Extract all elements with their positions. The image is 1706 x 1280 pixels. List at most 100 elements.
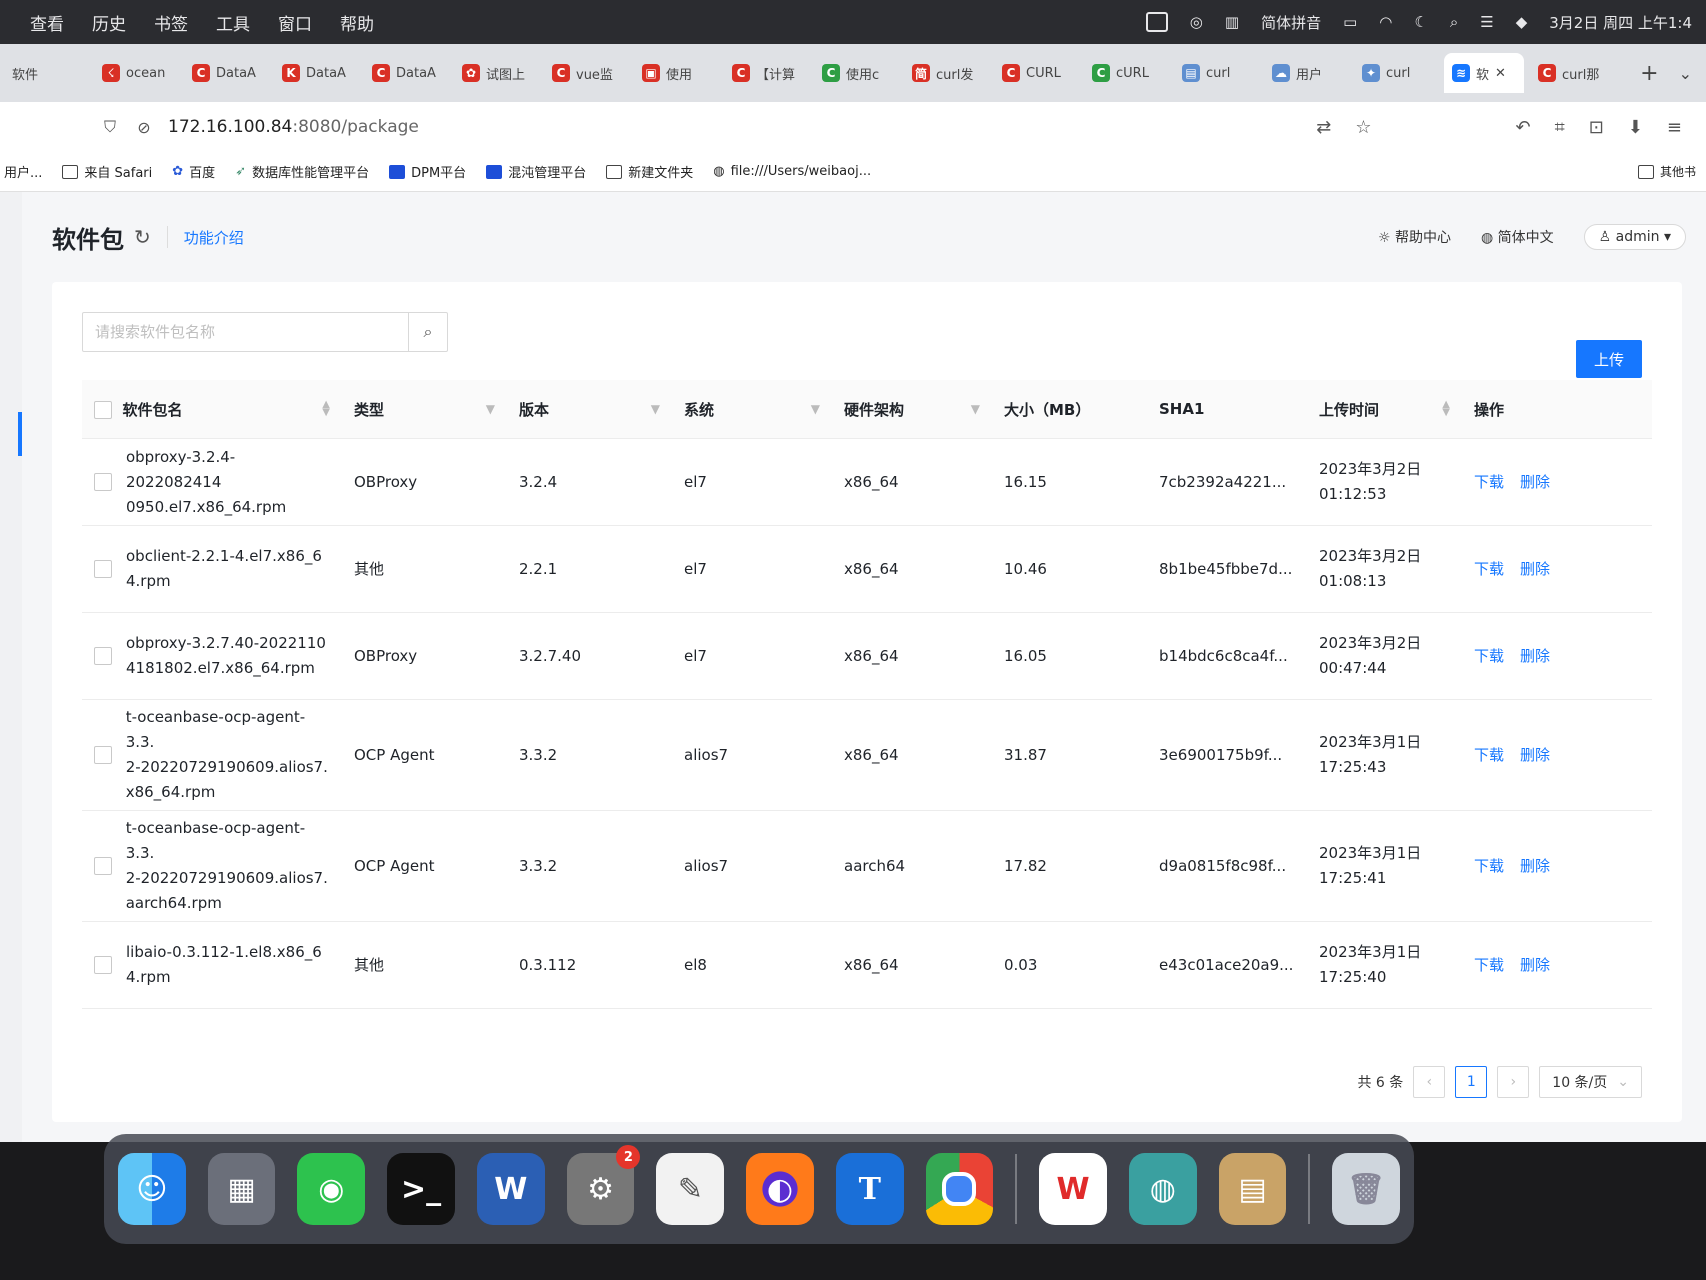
menu-icon[interactable]: ≡ (1667, 117, 1682, 138)
bookmark-other-folder[interactable]: 其他书 (1637, 163, 1706, 180)
row-checkbox[interactable] (94, 560, 112, 578)
translate-extension-icon[interactable]: ⊡ (1589, 117, 1604, 138)
input-method[interactable]: 简体拼音 (1261, 12, 1321, 33)
download-icon[interactable]: ⬇ (1628, 117, 1643, 138)
shield-icon[interactable]: ⛉ (100, 117, 120, 137)
crop-icon[interactable]: ⌗ (1555, 117, 1565, 138)
page-button-current[interactable]: 1 (1455, 1066, 1488, 1098)
tab[interactable]: ▤ curl (1174, 53, 1258, 93)
new-tab-plus-icon[interactable]: + (1626, 61, 1672, 86)
search-icon[interactable]: ⌕ (408, 313, 447, 351)
tab[interactable]: ☁ 用户 (1264, 53, 1348, 93)
row-checkbox[interactable] (94, 647, 112, 665)
textedit-notes-icon[interactable]: ✎ (656, 1153, 725, 1225)
bookmark-star-icon[interactable]: ☆ (1355, 117, 1371, 138)
user-menu[interactable]: ♙ admin ▾ (1583, 224, 1686, 250)
wechat-icon[interactable]: ◉ (297, 1153, 366, 1225)
filter-icon[interactable]: ▼ (486, 402, 495, 416)
tab[interactable]: ▣ 使用 (634, 53, 718, 93)
bookmark-db-perf[interactable]: ➶ 数据库性能管理平台 (235, 162, 369, 181)
filter-icon[interactable]: ▼ (971, 402, 980, 416)
menu-help[interactable]: 帮助 (340, 10, 374, 35)
sort-icon[interactable]: ▲ ▼ (322, 400, 330, 418)
launchpad-icon[interactable]: ▦ (207, 1153, 276, 1225)
tab[interactable]: C DataA (184, 53, 268, 93)
wps-icon[interactable]: W (1039, 1153, 1107, 1225)
filter-icon[interactable]: ▼ (811, 402, 820, 416)
row-checkbox[interactable] (94, 857, 112, 875)
delete-link[interactable]: 删除 (1520, 473, 1550, 491)
tab-active[interactable]: ≋ 软 ✕ (1444, 53, 1524, 93)
tab[interactable]: ☇ ocean (94, 53, 178, 93)
upload-button[interactable]: 上传 (1575, 340, 1642, 378)
delete-link[interactable]: 删除 (1520, 647, 1550, 665)
delete-link[interactable]: 删除 (1520, 956, 1550, 974)
bookmark-new-folder[interactable]: 新建文件夹 (606, 162, 693, 181)
finder-icon[interactable]: ☺ (118, 1153, 186, 1225)
archive-box-icon[interactable]: ▤ (1218, 1153, 1287, 1225)
tab-list-chevron-icon[interactable]: ⌄ (1679, 64, 1706, 83)
select-all-checkbox[interactable] (94, 401, 112, 419)
refresh-icon[interactable]: ↻ (134, 225, 151, 249)
menu-view[interactable]: 查看 (30, 10, 64, 35)
tab[interactable]: Ccurl那 (1530, 53, 1614, 93)
insecure-lock-icon[interactable]: ⊘ (134, 117, 154, 137)
next-page-button[interactable]: › (1497, 1066, 1530, 1098)
menu-tools[interactable]: 工具 (216, 10, 250, 35)
tab[interactable]: C 【计算 (724, 53, 808, 93)
typora-icon[interactable]: T (835, 1153, 904, 1225)
menu-history[interactable]: 历史 (92, 10, 126, 35)
filter-icon[interactable]: ▼ (651, 402, 660, 416)
tab[interactable]: C CURL (994, 53, 1078, 93)
vpn-globe-icon[interactable]: ◍ (1128, 1153, 1197, 1225)
word-icon[interactable]: W (476, 1153, 545, 1225)
terminal-icon[interactable]: >_ (387, 1153, 455, 1225)
menu-window[interactable]: 窗口 (278, 10, 312, 35)
siri-icon[interactable]: ◆ (1516, 13, 1528, 31)
tab[interactable]: Cvue监 (544, 53, 628, 93)
control-center-icon[interactable]: ☰ (1480, 13, 1493, 31)
tab-close-icon[interactable]: ✕ (1495, 66, 1506, 81)
download-link[interactable]: 下载 (1474, 956, 1504, 974)
bookmark-baidu[interactable]: ✿ 百度 (172, 162, 215, 181)
download-link[interactable]: 下载 (1474, 647, 1504, 665)
tab[interactable]: ✦ curl (1354, 53, 1438, 93)
sort-icon[interactable]: ▲ ▼ (1442, 400, 1450, 418)
feature-intro-link[interactable]: 功能介绍 (184, 227, 244, 248)
trash-icon[interactable]: 🗑 (1332, 1153, 1401, 1225)
url-field[interactable]: 172.16.100.84:8080/package (168, 117, 419, 137)
tab[interactable]: CcURL (1084, 53, 1168, 93)
bookmark-folder-safari[interactable]: 来自 Safari (62, 162, 152, 181)
bookmark-item[interactable]: 用户... (4, 162, 42, 181)
bookmark-file[interactable]: ◍ file:///Users/weibaoj... (713, 164, 871, 179)
back-arrow-icon[interactable]: ↶ (1515, 117, 1530, 138)
tab[interactable]: K DataA (274, 53, 358, 93)
battery-icon[interactable]: ▭ (1343, 13, 1357, 31)
row-checkbox[interactable] (94, 956, 112, 974)
help-center-link[interactable]: ☼ 帮助中心 (1378, 227, 1451, 247)
delete-link[interactable]: 删除 (1520, 746, 1550, 764)
tab[interactable]: ✿ 试图上 (454, 53, 538, 93)
language-switch[interactable]: ◍ 简体中文 (1481, 227, 1554, 247)
download-link[interactable]: 下载 (1474, 857, 1504, 875)
system-settings-icon[interactable]: ⚙ 2 (566, 1145, 641, 1225)
battery-bar-icon[interactable]: ▥ (1225, 13, 1239, 31)
spotlight-search-icon[interactable]: ⌕ (1450, 13, 1458, 31)
delete-link[interactable]: 删除 (1520, 857, 1550, 875)
tab[interactable]: C 使用c (814, 53, 898, 93)
tab[interactable]: 软件 (4, 53, 88, 93)
row-checkbox[interactable] (94, 746, 112, 764)
prev-page-button[interactable]: ‹ (1413, 1066, 1446, 1098)
row-checkbox[interactable] (94, 473, 112, 491)
wechat-status-icon[interactable]: ◎ (1190, 13, 1203, 31)
bookmark-chaos[interactable]: 混沌管理平台 (486, 162, 586, 181)
wifi-icon[interactable]: ◠ (1379, 13, 1392, 31)
tab[interactable]: 简 curl发 (904, 53, 988, 93)
search-input[interactable] (83, 313, 408, 351)
firefox-icon[interactable]: ◐ (746, 1153, 814, 1225)
tab[interactable]: C DataA (364, 53, 448, 93)
focus-moon-icon[interactable]: ☾ (1414, 13, 1427, 31)
wps-status-icon[interactable] (1145, 12, 1168, 32)
download-link[interactable]: 下载 (1474, 473, 1504, 491)
page-size-select[interactable]: 10 条/页 ⌄ (1539, 1066, 1642, 1098)
